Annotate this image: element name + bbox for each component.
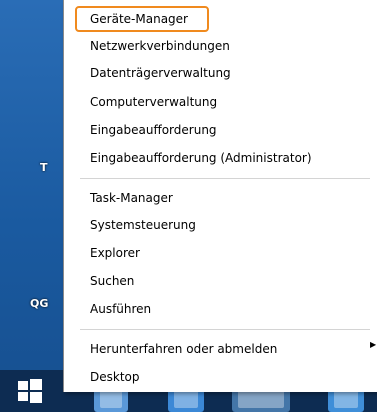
menu-item-desktop[interactable]: Desktop: [74, 365, 364, 389]
menu-item-ausfuehren[interactable]: Ausführen: [74, 297, 364, 321]
menu-item-herunterfahren[interactable]: Herunterfahren oder abmelden: [74, 337, 364, 361]
menu-item-task-manager[interactable]: Task-Manager: [74, 186, 364, 210]
menu-item-explorer[interactable]: Explorer: [74, 241, 364, 265]
menu-item-computerverwaltung[interactable]: Computerverwaltung: [74, 90, 364, 114]
menu-item-datentraegerverwaltung[interactable]: Datenträgerverwaltung: [74, 61, 364, 85]
chevron-right-icon: ▶: [370, 340, 377, 349]
menu-item-eingabeaufforderung-admin[interactable]: Eingabeaufforderung (Administrator): [74, 146, 364, 170]
desktop-icon-label: QG: [30, 297, 49, 310]
menu-item-eingabeaufforderung[interactable]: Eingabeaufforderung: [74, 118, 364, 142]
desktop-icon-label: T: [40, 161, 48, 174]
menu-separator: [80, 178, 370, 179]
windows-logo-icon[interactable]: [10, 373, 48, 407]
context-menu: Geräte-Manager Netzwerkverbindungen Date…: [63, 0, 377, 392]
menu-item-geraete-manager[interactable]: Geräte-Manager: [75, 6, 209, 32]
menu-item-systemsteuerung[interactable]: Systemsteuerung: [74, 213, 364, 237]
menu-separator: [80, 329, 370, 330]
menu-item-netzwerkverbindungen[interactable]: Netzwerkverbindungen: [74, 34, 364, 58]
menu-item-suchen[interactable]: Suchen: [74, 269, 364, 293]
